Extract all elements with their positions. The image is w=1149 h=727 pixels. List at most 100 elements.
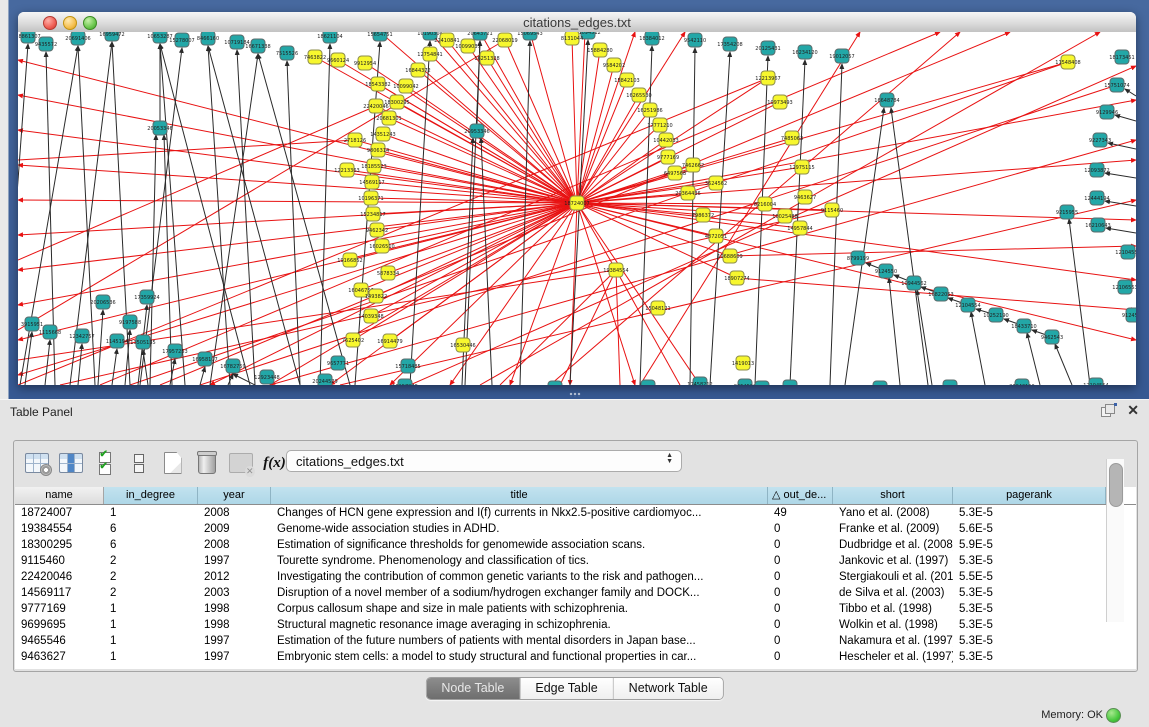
table-cell[interactable]: 5.3E-5 bbox=[953, 553, 1106, 569]
table-cell[interactable]: 5.3E-5 bbox=[953, 505, 1106, 521]
tab-network-table[interactable]: Network Table bbox=[614, 678, 723, 699]
table-cell[interactable]: 5.9E-5 bbox=[953, 537, 1106, 553]
table-cell[interactable]: Disruption of a novel member of a sodium… bbox=[271, 585, 768, 601]
graph-edge[interactable] bbox=[616, 270, 680, 385]
table-cell[interactable]: 0 bbox=[768, 553, 833, 569]
graph-edge[interactable] bbox=[530, 32, 577, 203]
table-cell[interactable]: 2009 bbox=[198, 521, 271, 537]
table-cell[interactable]: 0 bbox=[768, 601, 833, 617]
table-cell[interactable]: Yano et al. (2008) bbox=[833, 505, 953, 521]
graph-edge[interactable] bbox=[258, 54, 350, 385]
graph-edge[interactable] bbox=[891, 108, 928, 385]
table-cell[interactable]: 1998 bbox=[198, 601, 271, 617]
column-header[interactable]: in_degree bbox=[104, 487, 198, 504]
graph-edge[interactable] bbox=[577, 160, 1136, 203]
tab-edge-table[interactable]: Edge Table bbox=[520, 678, 613, 699]
graph-edge[interactable] bbox=[45, 340, 50, 385]
column-header[interactable]: △ out_de... bbox=[768, 487, 833, 504]
column-header[interactable]: short bbox=[833, 487, 953, 504]
table-cell[interactable]: 5.5E-5 bbox=[953, 569, 1106, 585]
graph-edge[interactable] bbox=[560, 270, 616, 385]
graph-edge[interactable] bbox=[210, 54, 258, 385]
graph-edge[interactable] bbox=[208, 46, 230, 385]
table-cell[interactable]: Changes of HCN gene expression and I(f) … bbox=[271, 505, 768, 521]
table-cell[interactable]: Wolkin et al. (1998) bbox=[833, 617, 953, 633]
table-cell[interactable]: 6 bbox=[104, 521, 198, 537]
table-row[interactable]: 977716911998Corpus callosum shape and si… bbox=[15, 601, 1136, 617]
tab-node-table[interactable]: Node Table bbox=[426, 678, 520, 699]
table-row[interactable]: 946362711997Embryonic stem cells: a mode… bbox=[15, 649, 1136, 665]
table-cell[interactable]: Dudbridge et al. (2008) bbox=[833, 537, 953, 553]
table-cell[interactable]: 1 bbox=[104, 505, 198, 521]
float-panel-icon[interactable] bbox=[1101, 404, 1115, 417]
table-cell[interactable]: Investigating the contribution of common… bbox=[271, 569, 768, 585]
graph-node[interactable] bbox=[873, 381, 887, 385]
table-cell[interactable]: Franke et al. (2009) bbox=[833, 521, 953, 537]
network-canvas[interactable]: 1886130794355722069140616959472106532871… bbox=[18, 32, 1136, 385]
table-cell[interactable]: 14569117 bbox=[15, 585, 104, 601]
table-cell[interactable]: Estimation of significance thresholds fo… bbox=[271, 537, 768, 553]
table-cell[interactable]: 9699695 bbox=[15, 617, 104, 633]
table-cell[interactable]: 9777169 bbox=[15, 601, 104, 617]
graph-edge[interactable] bbox=[577, 102, 780, 203]
table-cell[interactable]: 1998 bbox=[198, 617, 271, 633]
table-cell[interactable]: 18300295 bbox=[15, 537, 104, 553]
graph-edge[interactable] bbox=[510, 203, 577, 385]
table-cell[interactable]: 2 bbox=[104, 585, 198, 601]
table-row[interactable]: 2242004622012Investigating the contribut… bbox=[15, 569, 1136, 585]
table-cell[interactable]: Embryonic stem cells: a model to study s… bbox=[271, 649, 768, 665]
graph-edge[interactable] bbox=[477, 41, 480, 124]
table-cell[interactable]: Tibbo et al. (1998) bbox=[833, 601, 953, 617]
table-cell[interactable]: 1997 bbox=[198, 649, 271, 665]
graph-edge[interactable] bbox=[577, 110, 650, 203]
graph-edge[interactable] bbox=[170, 359, 175, 385]
graph-edge[interactable] bbox=[130, 62, 1068, 385]
graph-edge[interactable] bbox=[1055, 344, 1072, 385]
table-cell[interactable]: 18724007 bbox=[15, 505, 104, 521]
graph-edge[interactable] bbox=[390, 203, 577, 385]
table-cell[interactable]: 19384554 bbox=[15, 521, 104, 537]
graph-edge[interactable] bbox=[287, 61, 300, 385]
graph-edge[interactable] bbox=[18, 203, 577, 235]
table-cell[interactable]: Corpus callosum shape and size in male p… bbox=[271, 601, 768, 617]
table-cell[interactable]: 9115460 bbox=[15, 553, 104, 569]
table-cell[interactable]: 1997 bbox=[198, 633, 271, 649]
graph-edge[interactable] bbox=[917, 290, 932, 385]
table-cell[interactable]: 0 bbox=[768, 537, 833, 553]
scrollbar-thumb[interactable] bbox=[1109, 463, 1123, 507]
create-column-button[interactable] bbox=[160, 451, 185, 476]
table-cell[interactable]: 1 bbox=[104, 601, 198, 617]
function-builder-button[interactable]: f(x) bbox=[262, 451, 287, 476]
graph-edge[interactable] bbox=[1115, 115, 1136, 121]
graph-edge[interactable] bbox=[320, 44, 330, 385]
graph-edge[interactable] bbox=[200, 367, 205, 385]
graph-edge[interactable] bbox=[78, 344, 82, 385]
graph-edge[interactable] bbox=[160, 44, 185, 385]
vertical-scrollbar[interactable] bbox=[1106, 459, 1124, 622]
table-cell[interactable]: Stergiakouli et al. (2012) bbox=[833, 569, 953, 585]
graph-edge[interactable] bbox=[971, 312, 985, 385]
table-cell[interactable]: 2 bbox=[104, 553, 198, 569]
graph-edge[interactable] bbox=[371, 203, 577, 316]
table-cell[interactable]: Estimation of the future numbers of pati… bbox=[271, 633, 768, 649]
graph-edge[interactable] bbox=[755, 56, 768, 385]
graph-edge[interactable] bbox=[500, 270, 616, 385]
table-cell[interactable]: 9463627 bbox=[15, 649, 104, 665]
table-cell[interactable]: 1997 bbox=[198, 553, 271, 569]
table-row[interactable]: 1872400712008Changes of HCN gene express… bbox=[15, 505, 1136, 521]
table-cell[interactable]: 0 bbox=[768, 633, 833, 649]
splitter-grip[interactable] bbox=[569, 392, 581, 397]
table-cell[interactable]: Structural magnetic resonance image aver… bbox=[271, 617, 768, 633]
table-cell[interactable]: 1 bbox=[104, 649, 198, 665]
network-graph[interactable]: 1886130794355722069140616959472106532871… bbox=[18, 32, 1136, 385]
graph-edge[interactable] bbox=[233, 374, 255, 385]
column-header[interactable]: title bbox=[271, 487, 768, 504]
table-cell[interactable]: 22420046 bbox=[15, 569, 104, 585]
delete-table-button[interactable] bbox=[228, 451, 253, 476]
graph-edge[interactable] bbox=[1069, 219, 1090, 385]
table-cell[interactable]: 0 bbox=[768, 585, 833, 601]
table-cell[interactable]: 5.3E-5 bbox=[953, 585, 1106, 601]
graph-edge[interactable] bbox=[889, 278, 900, 385]
table-row[interactable]: 1456911722003Disruption of a novel membe… bbox=[15, 585, 1136, 601]
table-row[interactable]: 911546021997Tourette syndrome. Phenomeno… bbox=[15, 553, 1136, 569]
